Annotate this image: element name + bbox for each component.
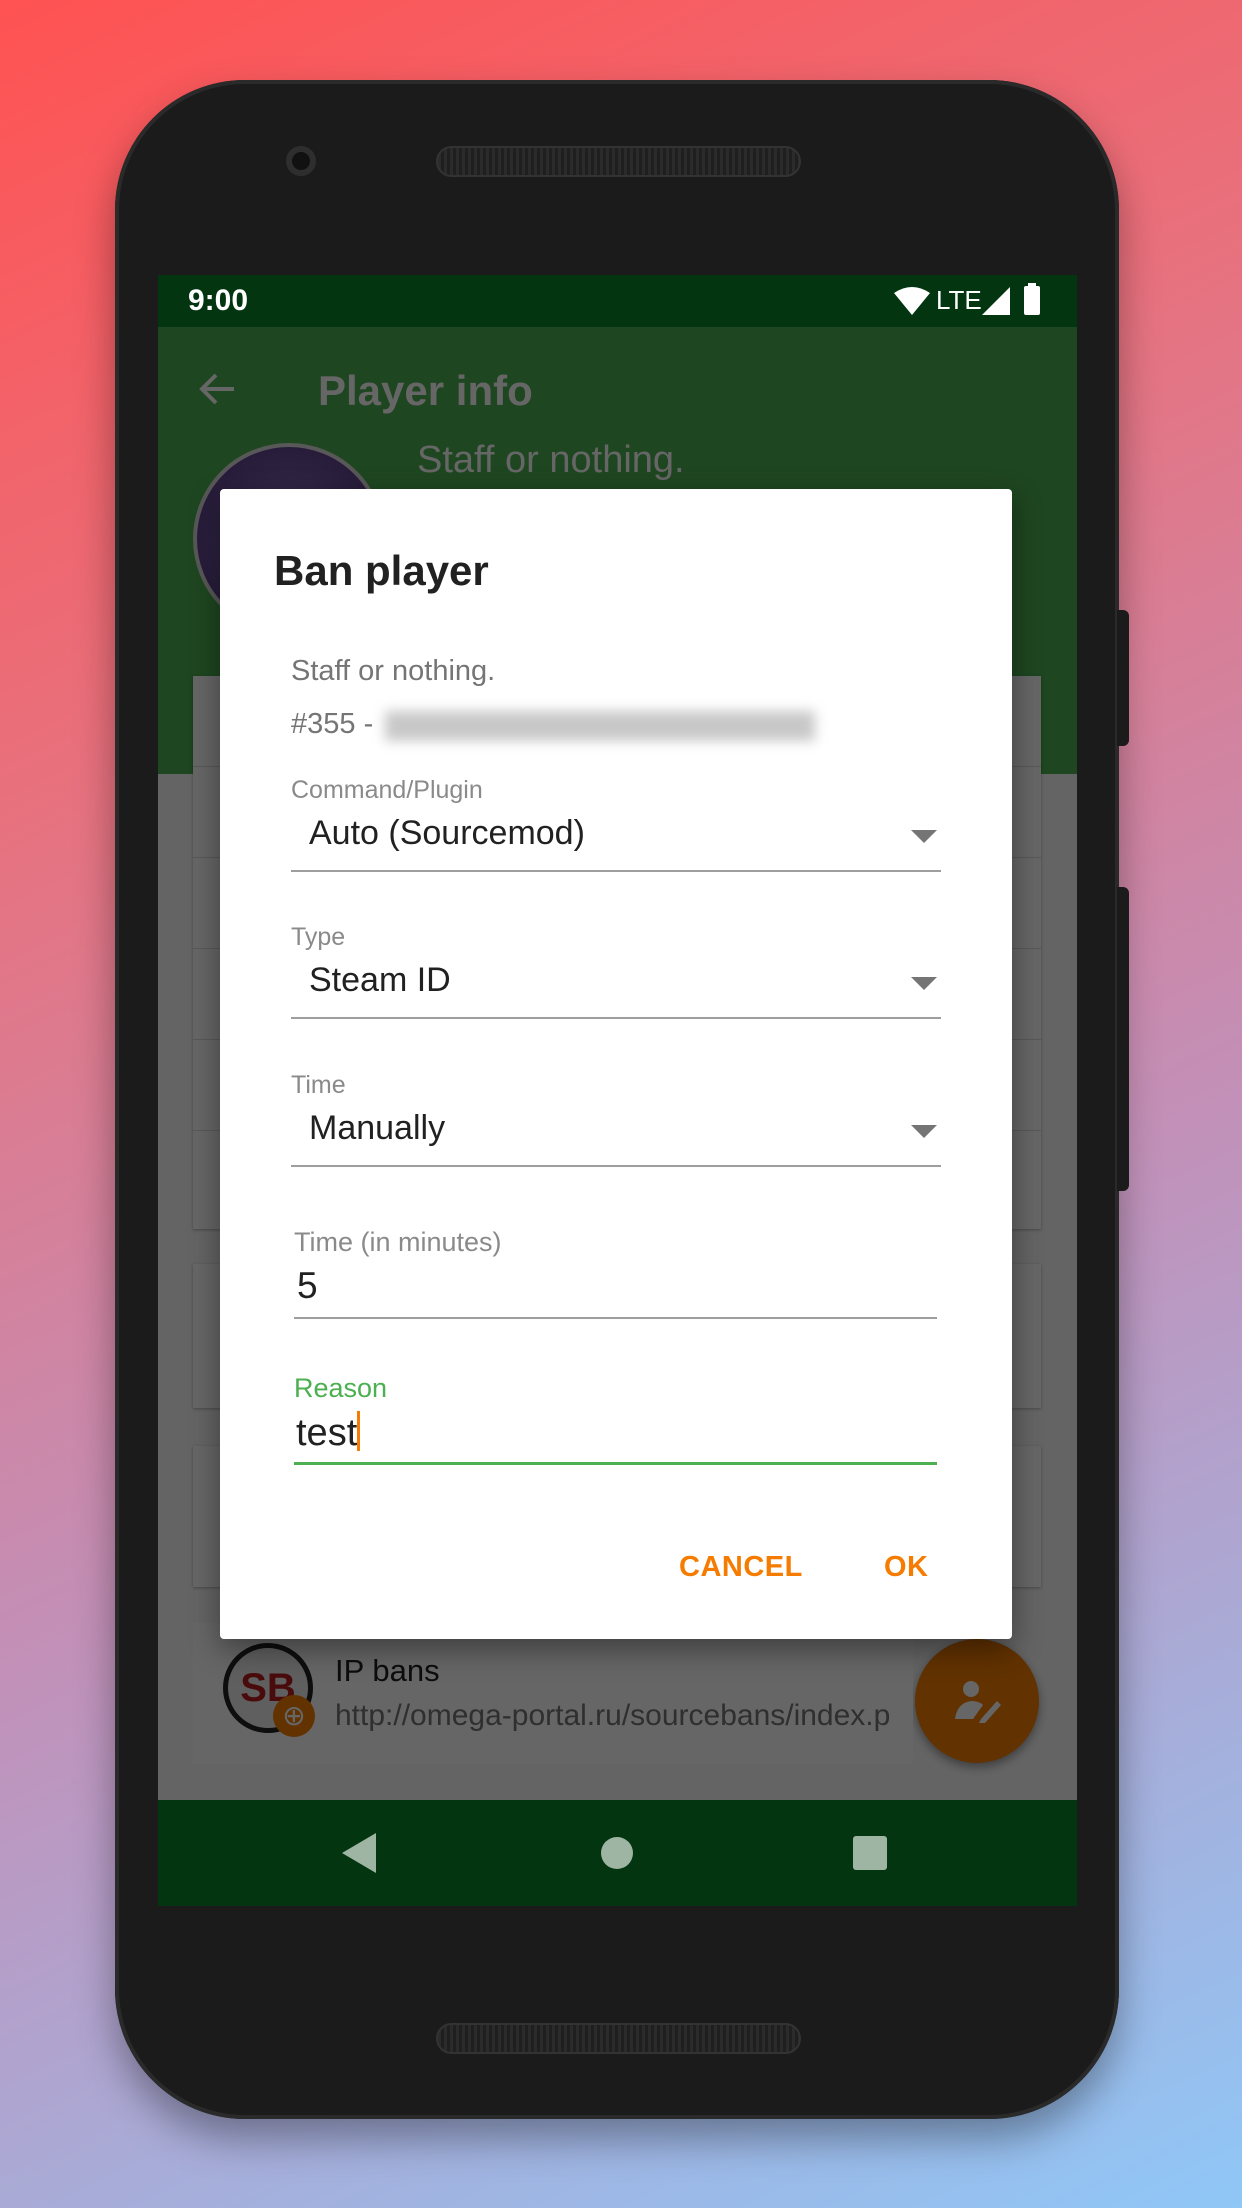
ip-bans-card[interactable]: SB ⊕ IP bans http://omega-portal.ru/sour…: [193, 1623, 1041, 1764]
bottom-speaker: [436, 2023, 801, 2054]
field-underline: [294, 1317, 937, 1319]
chevron-down-icon: [911, 1125, 937, 1138]
field-label: Time: [291, 1071, 346, 1099]
field-label: Reason: [294, 1373, 388, 1403]
chevron-down-icon: [911, 830, 937, 843]
network-type: LTE: [936, 285, 982, 315]
chevron-down-icon: [911, 977, 937, 990]
status-time: 9:00: [188, 284, 249, 317]
battery-icon: [1024, 283, 1040, 315]
field-underline: [291, 870, 941, 872]
nav-bar: [158, 1800, 1077, 1906]
cancel-button[interactable]: CANCEL: [679, 1551, 803, 1584]
ban-player-dialog: Ban player Staff or nothing. #355 - Comm…: [220, 489, 1012, 1639]
ip-bans-url: http://omega-portal.ru/sourcebans/index.…: [335, 1699, 891, 1732]
home-circle-icon[interactable]: [601, 1837, 633, 1869]
arrow-left-icon[interactable]: [198, 369, 238, 409]
field-value: Auto (Sourcemod): [309, 814, 585, 852]
power-button[interactable]: [1117, 610, 1129, 746]
text-cursor: [357, 1411, 361, 1451]
field-label: Time (in minutes): [294, 1227, 502, 1257]
type-dropdown[interactable]: Type Steam ID: [291, 923, 941, 1033]
signal-icon: [982, 287, 1010, 315]
field-label: Type: [291, 923, 346, 951]
recents-square-icon[interactable]: [853, 1836, 887, 1870]
globe-icon: ⊕: [273, 1695, 315, 1737]
field-underline: [291, 1165, 941, 1167]
field-value: 5: [297, 1265, 318, 1306]
dialog-player-id: #355 -: [291, 708, 374, 740]
volume-button[interactable]: [1117, 887, 1129, 1191]
redacted-steamid-ip: [385, 711, 815, 741]
wifi-icon: [894, 287, 930, 315]
ok-button[interactable]: OK: [884, 1551, 929, 1584]
reason-text: test: [296, 1412, 358, 1454]
field-underline-focused: [294, 1462, 937, 1465]
player-name: Staff or nothing.: [417, 439, 685, 481]
field-value: test: [296, 1411, 361, 1455]
status-bar: 9:00 LTE: [158, 275, 1077, 327]
field-underline: [291, 1017, 941, 1019]
ip-bans-title: IP bans: [335, 1653, 440, 1688]
top-speaker: [436, 146, 801, 177]
page-title: Player info: [318, 367, 533, 414]
field-label: Command/Plugin: [291, 776, 483, 804]
reason-input[interactable]: Reason test: [294, 1373, 937, 1483]
command-plugin-dropdown[interactable]: Command/Plugin Auto (Sourcemod): [291, 776, 941, 886]
field-value: Steam ID: [309, 961, 451, 999]
back-triangle-icon[interactable]: [342, 1833, 376, 1873]
front-camera: [286, 146, 316, 176]
dialog-player-name: Staff or nothing.: [291, 655, 496, 687]
field-value: Manually: [309, 1109, 446, 1147]
minutes-input[interactable]: Time (in minutes) 5: [294, 1227, 937, 1337]
dialog-title: Ban player: [274, 547, 489, 594]
screen: 9:00 LTE Player info Staff or nothing. S…: [158, 275, 1077, 1906]
time-dropdown[interactable]: Time Manually: [291, 1071, 941, 1181]
